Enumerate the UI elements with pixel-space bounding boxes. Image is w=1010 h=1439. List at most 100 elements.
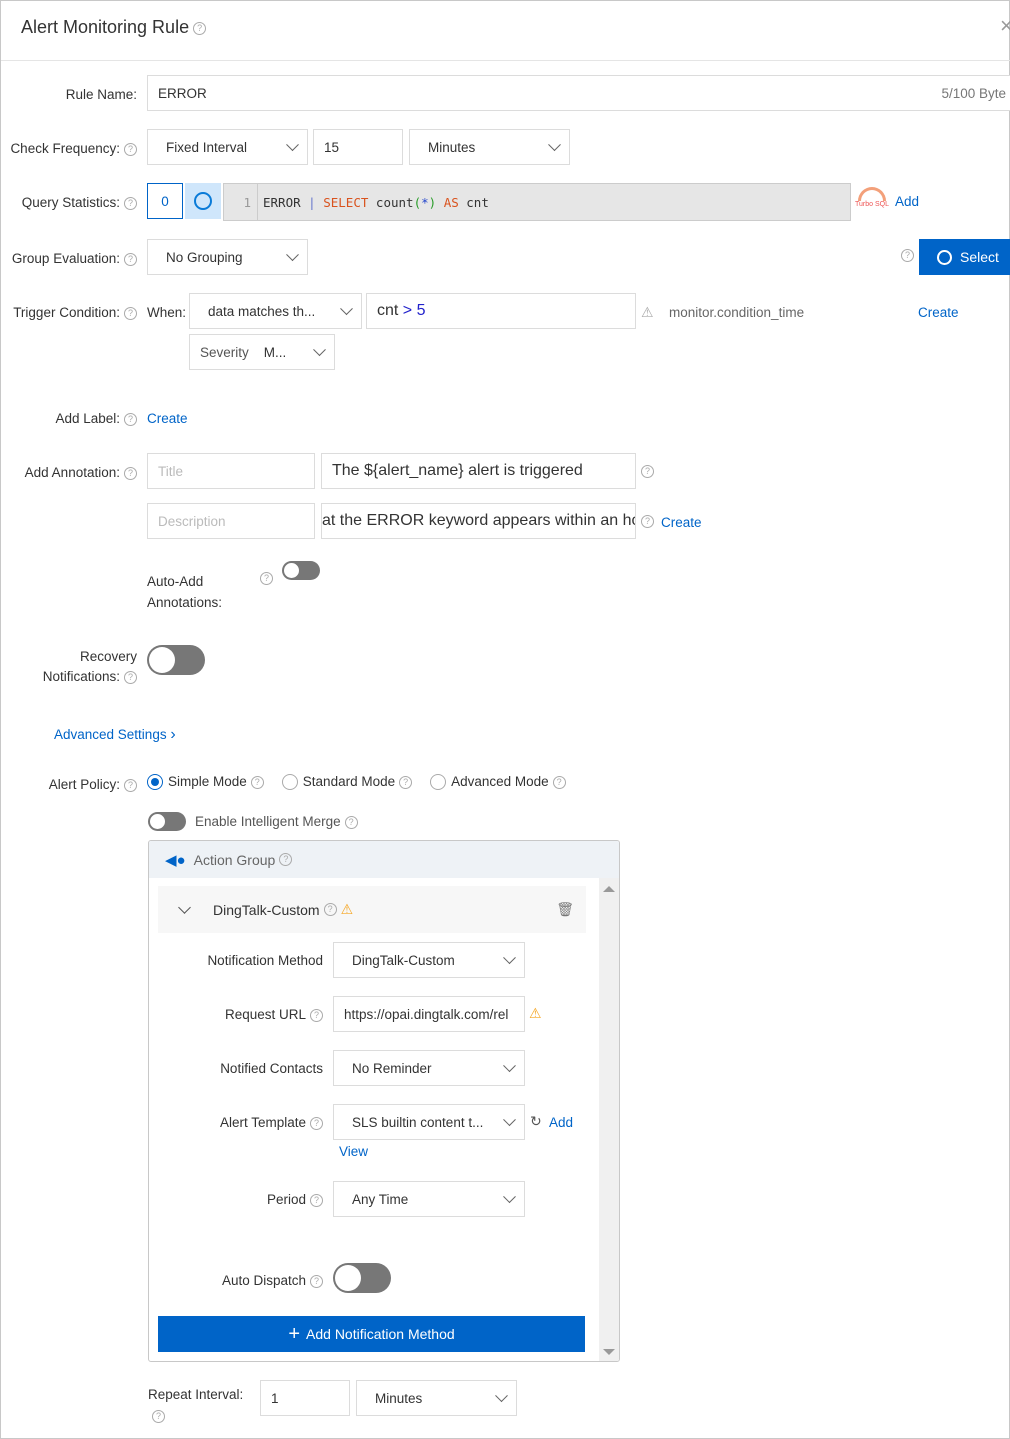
auto-add-toggle[interactable] xyxy=(282,561,320,580)
toggle-knob xyxy=(335,1265,361,1291)
query-statistics-label: Query Statistics:? xyxy=(22,195,137,210)
query-index[interactable]: 0 xyxy=(147,183,183,219)
help-icon[interactable]: ? xyxy=(124,306,137,320)
add-label-label: Add Label:? xyxy=(55,411,137,426)
select-button[interactable]: Select xyxy=(919,239,1010,275)
frequency-value-input[interactable]: 15 xyxy=(313,129,403,165)
turbo-label: Turbo SQL xyxy=(855,201,889,208)
help-icon[interactable]: ? xyxy=(152,1409,165,1423)
group-evaluation-label: Group Evaluation:? xyxy=(12,251,137,266)
severity-select[interactable]: Severity M... xyxy=(189,334,335,370)
rule-name-input[interactable]: ERROR 5/100 Byte xyxy=(147,75,1010,111)
help-icon[interactable]: ? xyxy=(323,903,337,916)
help-icon[interactable]: ? xyxy=(193,21,207,35)
annotation-title-key-input[interactable]: Title xyxy=(147,453,315,489)
close-icon[interactable]: × xyxy=(1000,13,1010,39)
chevron-down-icon xyxy=(495,1389,508,1403)
request-url-input[interactable]: https://opai.dingtalk.com/rel xyxy=(333,996,525,1032)
help-icon[interactable]: ? xyxy=(124,412,137,426)
period-select[interactable]: Any Time xyxy=(333,1181,525,1217)
help-icon[interactable]: ? xyxy=(310,1274,323,1288)
q-token: count xyxy=(375,194,414,210)
notification-method-select[interactable]: DingTalk-Custom xyxy=(333,942,525,978)
input-value: https://opai.dingtalk.com/rel xyxy=(344,1006,509,1022)
radio-advanced-mode[interactable]: Advanced Mode? xyxy=(430,774,566,791)
help-icon[interactable]: ? xyxy=(641,515,654,528)
turbo-sql-icon[interactable]: Turbo SQL xyxy=(854,187,890,217)
scroll-down-icon[interactable] xyxy=(603,1349,615,1355)
help-icon[interactable]: ? xyxy=(641,465,654,478)
select-value: M... xyxy=(263,344,287,360)
help-icon[interactable]: ? xyxy=(279,853,293,866)
help-icon[interactable]: ? xyxy=(124,670,137,684)
radio-simple-mode[interactable]: Simple Mode? xyxy=(147,774,264,791)
toggle-knob xyxy=(150,814,165,829)
label-text: Alert Template xyxy=(219,1115,306,1130)
help-icon[interactable]: ? xyxy=(124,778,137,792)
channel-item-header[interactable]: DingTalk-Custom? ⚠ 🗑 xyxy=(158,886,586,933)
help-icon[interactable]: ? xyxy=(124,196,137,210)
severity-label: Severity xyxy=(200,344,249,360)
match-select[interactable]: data matches th... xyxy=(189,293,362,329)
select-value: data matches th... xyxy=(208,303,316,319)
query-search-button[interactable] xyxy=(185,183,221,219)
condition-expression-input[interactable]: cnt > 5 xyxy=(366,293,636,329)
help-icon[interactable]: ? xyxy=(260,572,273,585)
trigger-condition-label: Trigger Condition:? xyxy=(13,305,137,320)
intelligent-merge-toggle[interactable] xyxy=(148,812,186,831)
q-token: ( xyxy=(413,194,422,210)
view-template-link[interactable]: View xyxy=(339,1144,368,1159)
scrollbar[interactable] xyxy=(599,878,619,1361)
refresh-icon[interactable]: ↻ xyxy=(530,1113,542,1130)
advanced-settings-link[interactable]: Advanced Settings › xyxy=(54,726,176,744)
recovery-toggle[interactable] xyxy=(147,645,205,675)
repeat-interval-input[interactable]: 1 xyxy=(260,1380,350,1416)
policy-mode-radios: Simple Mode? Standard Mode? Advanced Mod… xyxy=(147,774,566,791)
label-text: Alert Policy: xyxy=(48,777,120,792)
help-icon[interactable]: ? xyxy=(250,775,264,789)
help-icon[interactable]: ? xyxy=(901,249,914,262)
create-annotation-link[interactable]: Create xyxy=(661,515,702,530)
help-icon[interactable]: ? xyxy=(344,815,358,829)
condition-hint: monitor.condition_time xyxy=(669,305,805,320)
help-icon[interactable]: ? xyxy=(310,1116,323,1130)
annotation-title-value-input[interactable]: The ${alert_name} alert is triggered xyxy=(321,453,636,489)
help-icon[interactable]: ? xyxy=(552,775,566,789)
notified-contacts-label: Notified Contacts xyxy=(220,1061,323,1076)
help-icon[interactable]: ? xyxy=(124,142,137,156)
label-text: Trigger Condition: xyxy=(13,305,120,320)
label-line: Recovery xyxy=(79,649,137,664)
create-label-link[interactable]: Create xyxy=(147,411,188,426)
add-template-link[interactable]: Add xyxy=(549,1115,573,1130)
chevron-down-icon[interactable] xyxy=(178,900,191,914)
contact-group-icon: ◀● xyxy=(165,851,186,869)
add-notification-method-button[interactable]: + Add Notification Method xyxy=(158,1316,585,1352)
repeat-unit-select[interactable]: Minutes xyxy=(356,1380,517,1416)
help-icon[interactable]: ? xyxy=(310,1193,323,1207)
scroll-up-icon[interactable] xyxy=(603,886,615,892)
query-editor[interactable]: 1 ERROR | SELECT count(*) AS cnt xyxy=(223,183,851,221)
repeat-interval-label: Repeat Interval:? xyxy=(148,1384,243,1426)
intelligent-merge-label: Enable Intelligent Merge? xyxy=(195,814,358,829)
button-label: Select xyxy=(960,249,999,265)
trash-icon[interactable]: 🗑 xyxy=(556,901,574,918)
radio-standard-mode[interactable]: Standard Mode? xyxy=(281,774,413,791)
help-icon[interactable]: ? xyxy=(399,775,413,789)
frequency-unit-select[interactable]: Minutes xyxy=(409,129,570,165)
label-line: Annotations: xyxy=(147,595,223,610)
plus-icon: + xyxy=(288,1322,301,1345)
grouping-select[interactable]: No Grouping xyxy=(147,239,308,275)
create-condition-link[interactable]: Create xyxy=(918,305,959,320)
byte-counter: 5/100 Byte xyxy=(941,85,1006,101)
annotation-desc-key-input[interactable]: Description xyxy=(147,503,315,539)
warning-icon: ⚠ xyxy=(340,901,354,917)
add-query-link[interactable]: Add xyxy=(895,194,919,209)
help-icon[interactable]: ? xyxy=(124,466,137,480)
auto-dispatch-toggle[interactable] xyxy=(333,1263,391,1293)
help-icon[interactable]: ? xyxy=(310,1008,323,1022)
help-icon[interactable]: ? xyxy=(124,252,137,266)
annotation-desc-value-input[interactable]: at the ERROR keyword appears within an h… xyxy=(321,503,636,539)
notified-contacts-select[interactable]: No Reminder xyxy=(333,1050,525,1086)
frequency-type-select[interactable]: Fixed Interval xyxy=(147,129,308,165)
alert-template-select[interactable]: SLS builtin content t... xyxy=(333,1104,525,1140)
